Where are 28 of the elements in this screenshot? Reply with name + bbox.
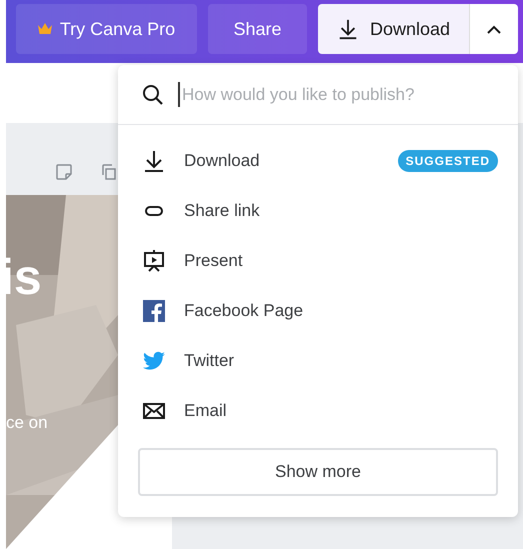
crown-icon bbox=[38, 23, 52, 35]
share-button[interactable]: Share bbox=[208, 4, 307, 54]
menu-item-label: Share link bbox=[184, 200, 261, 222]
menu-item[interactable]: Download SUGGESTED bbox=[118, 136, 518, 186]
menu-item[interactable]: Share link bbox=[118, 186, 518, 236]
menu-toggle-button[interactable] bbox=[469, 4, 518, 54]
download-icon bbox=[142, 149, 166, 173]
search-icon bbox=[142, 84, 164, 106]
caret-icon bbox=[487, 24, 501, 34]
facebook-icon bbox=[142, 299, 166, 323]
download-button[interactable]: Download bbox=[318, 4, 469, 54]
menu-item[interactable]: Twitter bbox=[118, 336, 518, 386]
try-pro-button[interactable]: Try Canva Pro bbox=[16, 4, 197, 54]
suggested-badge: SUGGESTED bbox=[398, 150, 498, 172]
show-more-button[interactable]: Show more bbox=[138, 448, 498, 496]
search-field[interactable]: How would you like to publish? bbox=[178, 82, 494, 108]
menu-item-label: Present bbox=[184, 250, 244, 272]
menu-item-label: Download bbox=[184, 150, 261, 172]
menu-item[interactable]: Email bbox=[118, 386, 518, 436]
canvas-text: ce on bbox=[6, 412, 48, 434]
menu-item-label: Twitter bbox=[184, 350, 236, 372]
menu-item-label: Email bbox=[184, 400, 228, 422]
note-icon bbox=[55, 163, 73, 181]
menu-item[interactable]: Present bbox=[118, 236, 518, 286]
menu-item[interactable]: Facebook Page bbox=[118, 286, 518, 336]
presentation-icon bbox=[142, 249, 166, 273]
menu-item-label: Facebook Page bbox=[184, 300, 304, 322]
copy-icon bbox=[100, 163, 118, 181]
